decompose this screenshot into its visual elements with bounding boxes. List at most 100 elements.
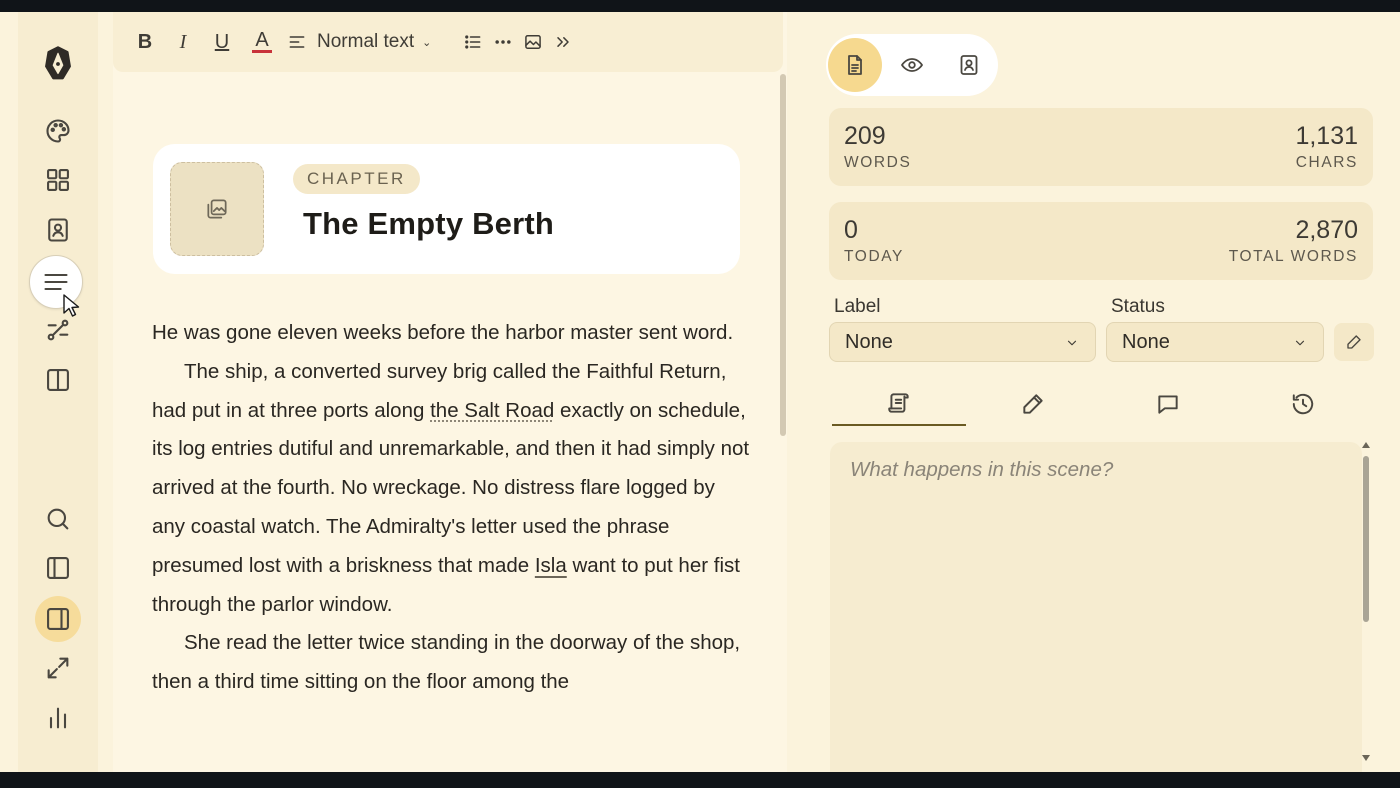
word-count-card: 209 WORDS 1,131 CHARS	[829, 108, 1373, 186]
synopsis-scrollbar-thumb[interactable]	[1363, 456, 1369, 622]
text-color-swatch	[252, 50, 272, 53]
bar-chart-icon	[49, 707, 67, 729]
text-style-select[interactable]: Normal text ⌄	[317, 26, 453, 58]
align-left-icon	[289, 36, 305, 48]
comment-icon	[1158, 395, 1178, 414]
grid-icon	[47, 169, 69, 191]
inspector-view-tabs	[826, 34, 998, 96]
expand-icon	[47, 657, 69, 679]
format-toolbar: B I U A Normal text ⌄	[113, 12, 783, 72]
history-icon	[1292, 393, 1314, 415]
chapter-title[interactable]: The Empty Berth	[303, 206, 554, 242]
palette-icon	[46, 119, 70, 143]
scroll-icon	[888, 393, 909, 413]
tab-notes[interactable]	[966, 382, 1100, 426]
chapter-header-card: CHAPTER The Empty Berth	[153, 144, 740, 274]
align-button[interactable]	[287, 26, 307, 58]
paragraph: She read the letter twice standing in th…	[152, 631, 741, 694]
label-select-value: None	[845, 330, 893, 353]
paragraph: The ship, a converted survey brig called…	[152, 353, 752, 625]
app-window: B I U A Normal text ⌄ CHAPTER The Empty …	[0, 12, 1400, 772]
left-sidebar-toggle[interactable]	[31, 546, 85, 590]
total-words-value: 2,870	[1295, 216, 1358, 244]
chevrons-right-icon	[557, 37, 569, 47]
status-field-title: Status	[1111, 296, 1165, 317]
text-style-value: Normal text	[317, 31, 415, 52]
today-value: 0	[844, 216, 858, 244]
today-label: TODAY	[844, 248, 904, 265]
columns-icon	[47, 369, 69, 391]
characters-button[interactable]	[31, 208, 85, 252]
status-select[interactable]: None	[1106, 322, 1324, 362]
chapter-badge: CHAPTER	[293, 164, 420, 194]
menu-lines-icon	[44, 273, 68, 291]
split-view-button[interactable]	[31, 358, 85, 402]
edit-metadata-button[interactable]	[1334, 323, 1374, 361]
nodes-icon	[47, 319, 69, 341]
chevron-down-icon	[1067, 340, 1077, 346]
bullet-list-button[interactable]	[463, 26, 483, 58]
paragraph: He was gone eleven weeks before the harb…	[152, 321, 734, 344]
tab-synopsis[interactable]	[832, 382, 966, 426]
status-select-value: None	[1122, 330, 1170, 353]
chapter-cover-placeholder[interactable]	[170, 162, 264, 256]
italic-button[interactable]: I	[169, 26, 197, 58]
chevron-down-icon: ⌄	[422, 36, 432, 49]
character-link[interactable]: Isla	[535, 554, 567, 577]
right-sidebar-toggle[interactable]	[35, 596, 81, 642]
chars-label: CHARS	[1295, 154, 1358, 171]
inspector-panel: 209 WORDS 1,131 CHARS 0 TODAY 2,870 TOTA…	[810, 12, 1400, 772]
add-image-icon	[207, 199, 227, 219]
ellipsis-icon	[495, 40, 511, 44]
fullscreen-button[interactable]	[31, 646, 85, 690]
list-bullets-icon	[465, 35, 481, 49]
search-icon	[47, 508, 69, 530]
text-run: exactly on schedule, its log entries dut…	[152, 398, 750, 577]
words-value: 209	[844, 122, 886, 150]
tab-characters[interactable]	[942, 38, 996, 92]
tab-document[interactable]	[828, 38, 882, 92]
contact-book-icon	[960, 55, 978, 75]
bold-button[interactable]: B	[131, 26, 159, 58]
synopsis-textarea[interactable]: What happens in this scene?	[830, 442, 1362, 772]
insert-image-button[interactable]	[523, 26, 543, 58]
editor-pane: B I U A Normal text ⌄ CHAPTER The Empty …	[113, 12, 787, 772]
pen-nib-logo-icon	[45, 46, 71, 80]
label-field-title: Label	[834, 296, 881, 317]
chars-value: 1,131	[1295, 122, 1358, 150]
sidebar-left-icon	[47, 557, 69, 579]
document-icon	[848, 55, 862, 75]
pencil-icon	[1023, 394, 1043, 414]
app-logo[interactable]	[31, 42, 85, 86]
manuscript-text[interactable]: He was gone eleven weeks before the harb…	[152, 314, 752, 702]
pencil-icon	[1347, 335, 1361, 349]
statistics-button[interactable]	[31, 696, 85, 740]
text-color-button[interactable]: A	[247, 26, 277, 58]
grid-view-button[interactable]	[31, 158, 85, 202]
image-icon	[525, 35, 541, 49]
mouse-cursor-icon	[63, 294, 80, 317]
tab-preview[interactable]	[885, 38, 939, 92]
search-button[interactable]	[31, 497, 85, 541]
editor-scrollbar[interactable]	[780, 74, 786, 436]
location-link[interactable]: the Salt Road	[430, 399, 554, 422]
tab-comments[interactable]	[1101, 382, 1235, 426]
scroll-down-arrow[interactable]	[1362, 755, 1370, 761]
more-options-button[interactable]	[493, 26, 513, 58]
chevron-down-icon	[1295, 340, 1305, 346]
total-words-label: TOTAL WORDS	[1228, 248, 1358, 265]
underline-button[interactable]: U	[207, 26, 237, 58]
contact-book-icon	[48, 218, 68, 242]
scroll-up-arrow[interactable]	[1362, 442, 1370, 448]
theme-button[interactable]	[31, 109, 85, 153]
left-rail	[18, 12, 98, 772]
text-color-label: A	[255, 29, 269, 51]
eye-icon	[901, 58, 923, 72]
tab-history[interactable]	[1236, 382, 1370, 426]
words-label: WORDS	[844, 154, 912, 171]
expand-toolbar-button[interactable]	[553, 26, 573, 58]
label-select[interactable]: None	[829, 322, 1096, 362]
synopsis-placeholder: What happens in this scene?	[850, 458, 1114, 481]
progress-card: 0 TODAY 2,870 TOTAL WORDS	[829, 202, 1373, 280]
sidebar-right-icon	[47, 608, 69, 630]
